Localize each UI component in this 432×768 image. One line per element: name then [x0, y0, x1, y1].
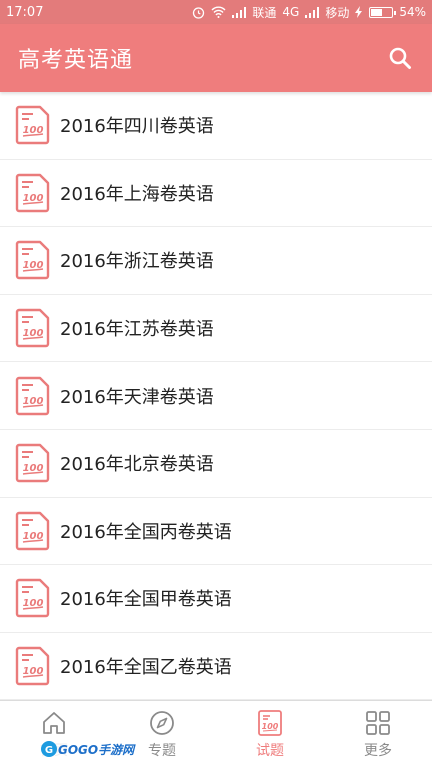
- compass-icon: [150, 711, 174, 735]
- tab-exams[interactable]: 100 试题: [216, 701, 324, 768]
- tab-more[interactable]: 更多: [324, 701, 432, 768]
- signal-icon: [305, 6, 320, 18]
- carrier-2: 移动: [325, 5, 350, 20]
- exam-icon: 100: [258, 710, 282, 736]
- list-item[interactable]: 100 2016年全国甲卷英语: [0, 565, 432, 633]
- battery-icon: [369, 6, 397, 18]
- exam-list: 100 2016年四川卷英语 100 2016年上海卷英语 100 2016年浙江卷英语 1…: [0, 92, 432, 701]
- list-item[interactable]: 100 2016年江苏卷英语: [0, 295, 432, 363]
- list-item[interactable]: 100 2016年上海卷英语: [0, 160, 432, 228]
- home-icon: [43, 712, 65, 734]
- list-item-label: 2016年浙江卷英语: [60, 251, 214, 273]
- search-button[interactable]: [386, 44, 414, 72]
- watermark: G GOGO手游网: [40, 738, 135, 760]
- status-bar: 17:07 联通 4G 移动 54%: [0, 0, 432, 24]
- list-item-label: 2016年上海卷英语: [60, 183, 214, 205]
- exam-paper-icon: 100: [15, 444, 50, 483]
- list-item-label: 2016年北京卷英语: [60, 454, 214, 476]
- watermark-logo-icon: G: [41, 741, 57, 757]
- wifi-icon: [211, 6, 226, 18]
- list-item[interactable]: 100 2016年天津卷英语: [0, 362, 432, 430]
- list-item-label: 2016年全国甲卷英语: [60, 589, 232, 611]
- exam-paper-icon: 100: [15, 646, 50, 686]
- list-item-label: 2016年江苏卷英语: [60, 319, 214, 341]
- list-item-label: 2016年全国乙卷英语: [60, 657, 232, 679]
- grid-icon: [366, 711, 390, 735]
- exam-paper-icon: 100: [15, 579, 50, 618]
- status-indicators: 联通 4G 移动 54%: [192, 4, 426, 21]
- list-item[interactable]: 100 2016年北京卷英语: [0, 430, 432, 498]
- status-time: 17:07: [6, 4, 44, 20]
- exam-paper-icon: 100: [15, 308, 50, 348]
- signal-icon: [232, 6, 247, 18]
- tab-topics-label: 专题: [148, 743, 176, 759]
- charging-icon: [355, 6, 363, 18]
- app-bar: 高考英语通: [0, 24, 432, 92]
- app-title: 高考英语通: [18, 48, 134, 73]
- list-item[interactable]: 100 2016年浙江卷英语: [0, 227, 432, 295]
- exam-paper-icon: 100: [15, 511, 50, 551]
- exam-paper-icon: 100: [15, 106, 50, 145]
- alarm-icon: [193, 6, 205, 19]
- list-item-label: 2016年天津卷英语: [60, 386, 214, 408]
- watermark-text: GOGO手游网: [58, 742, 135, 757]
- tab-exams-label: 试题: [256, 743, 284, 759]
- search-icon: [389, 47, 411, 69]
- tab-more-label: 更多: [364, 743, 392, 759]
- battery-percent: 54%: [399, 5, 426, 19]
- exam-paper-icon: 100: [15, 173, 50, 213]
- svg-text:G: G: [45, 745, 53, 756]
- carrier-1: 联通: [252, 5, 277, 20]
- list-item[interactable]: 100 2016年全国乙卷英语: [0, 633, 432, 701]
- list-item[interactable]: 100 2016年四川卷英语: [0, 92, 432, 160]
- network-type: 4G: [282, 5, 300, 19]
- list-item-label: 2016年全国丙卷英语: [60, 521, 232, 543]
- exam-paper-icon: 100: [15, 376, 50, 415]
- exam-paper-icon: 100: [15, 241, 50, 280]
- list-item[interactable]: 100 2016年全国丙卷英语: [0, 498, 432, 566]
- list-item-label: 2016年四川卷英语: [60, 116, 214, 138]
